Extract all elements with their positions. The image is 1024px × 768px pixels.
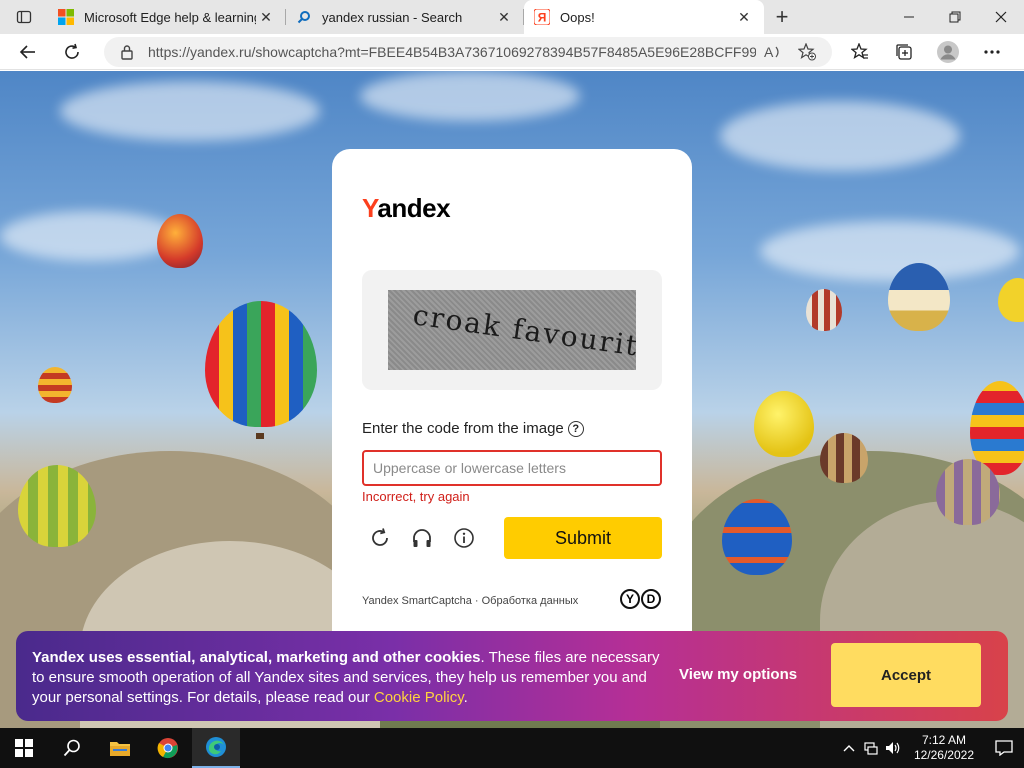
yandex-logo[interactable]: Yandex: [362, 193, 451, 224]
taskbar-clock[interactable]: 7:12 AM 12/26/2022: [904, 733, 984, 763]
svg-text:A: A: [764, 44, 774, 60]
tab-title: Microsoft Edge help & learning: [84, 9, 256, 25]
info-icon: [454, 528, 474, 548]
clock-time: 7:12 AM: [921, 733, 966, 747]
edge-icon: [206, 737, 226, 757]
view-options-button[interactable]: View my options: [679, 666, 797, 683]
captcha-distorted-text: croak favourite: [411, 298, 636, 365]
taskbar: 7:12 AM 12/26/2022: [0, 728, 1024, 768]
tab-title: Oops!: [560, 9, 595, 25]
collections-button[interactable]: [882, 34, 926, 70]
cookie-text: Yandex uses essential, analytical, marke…: [32, 648, 662, 708]
favorites-button[interactable]: [838, 34, 882, 70]
close-icon[interactable]: ✕: [494, 7, 514, 27]
error-message: Incorrect, try again: [362, 489, 470, 504]
close-icon[interactable]: ✕: [734, 7, 754, 27]
captcha-image-container: croak favourite: [362, 270, 662, 390]
file-explorer-button[interactable]: [96, 728, 144, 768]
tab-actions-button[interactable]: [0, 0, 48, 34]
edge-button[interactable]: [192, 728, 240, 768]
captcha-image: croak favourite: [388, 290, 636, 370]
svg-text:Я: Я: [538, 11, 547, 25]
restore-button[interactable]: [932, 0, 978, 34]
accept-button[interactable]: Accept: [831, 643, 981, 707]
logo-letter-y: Y: [362, 193, 378, 223]
submit-button[interactable]: Submit: [504, 517, 662, 559]
captcha-prompt: Enter the code from the image ?: [362, 420, 584, 437]
browser-toolbar: https://yandex.ru/showcaptcha?mt=FBEE4B5…: [0, 34, 1024, 70]
refresh-captcha-button[interactable]: [368, 526, 392, 550]
badge-letter: D: [641, 589, 661, 609]
cookie-banner: Yandex uses essential, analytical, marke…: [16, 631, 1008, 721]
settings-menu-button[interactable]: [970, 34, 1014, 70]
address-bar[interactable]: https://yandex.ru/showcaptcha?mt=FBEE4B5…: [104, 36, 832, 67]
cookie-bold-text: Yandex uses essential, analytical, marke…: [32, 649, 481, 666]
logo-rest: andex: [377, 193, 451, 223]
search-icon: [296, 9, 312, 25]
minimize-button[interactable]: [886, 0, 932, 34]
page-viewport: Yandex croak favourite Enter the code fr…: [0, 71, 1024, 728]
new-tab-button[interactable]: +: [764, 0, 800, 34]
chrome-icon: [157, 738, 178, 759]
favorites-icon: [851, 42, 868, 59]
url-text: https://yandex.ru/showcaptcha?mt=FBEE4B5…: [148, 43, 756, 60]
lock-icon[interactable]: [118, 43, 136, 61]
system-tray: 7:12 AM 12/26/2022: [838, 728, 1024, 768]
captcha-code-input[interactable]: [362, 450, 662, 486]
notification-icon: [995, 740, 1013, 756]
cookie-policy-link[interactable]: Cookie Policy: [374, 689, 464, 706]
captcha-footer[interactable]: Yandex SmartCaptcha · Обработка данных: [362, 595, 578, 607]
back-arrow-icon: [19, 44, 35, 59]
more-options-icon: [984, 49, 1000, 54]
refresh-icon: [372, 528, 388, 546]
start-button[interactable]: [0, 728, 48, 768]
tab-title: yandex russian - Search: [322, 9, 463, 25]
restore-icon: [949, 11, 961, 23]
close-window-button[interactable]: [978, 0, 1024, 34]
window-controls: [886, 0, 1024, 34]
microsoft-logo-icon: [58, 9, 74, 25]
yandex-favicon-icon: Я: [534, 9, 550, 25]
tab-actions-icon: [16, 10, 32, 24]
audio-captcha-button[interactable]: [410, 526, 434, 550]
badge-letter: Y: [620, 589, 640, 609]
avatar-icon: [937, 40, 959, 63]
help-icon[interactable]: ?: [567, 420, 584, 437]
prompt-text: Enter the code from the image: [362, 420, 564, 437]
headphones-icon: [413, 529, 431, 547]
read-aloud-icon[interactable]: A: [756, 44, 790, 60]
info-button[interactable]: [452, 526, 476, 550]
close-icon: [995, 11, 1007, 23]
tab-yandex-search[interactable]: yandex russian - Search ✕: [286, 0, 524, 34]
add-favorite-icon[interactable]: [790, 42, 824, 61]
tab-oops[interactable]: Я Oops! ✕: [524, 0, 764, 34]
chevron-up-icon[interactable]: [838, 744, 860, 752]
refresh-icon: [65, 43, 79, 59]
refresh-button[interactable]: [50, 34, 94, 70]
captcha-card: Yandex croak favourite Enter the code fr…: [332, 149, 692, 649]
back-button[interactable]: [6, 34, 50, 70]
collections-icon: [896, 43, 912, 60]
windows-logo-icon: [15, 739, 33, 757]
profile-button[interactable]: [926, 34, 970, 70]
close-icon[interactable]: ✕: [256, 7, 276, 27]
tab-strip: Microsoft Edge help & learning ✕ yandex …: [0, 0, 1024, 34]
network-icon[interactable]: [860, 741, 882, 755]
captcha-actions: [368, 526, 476, 550]
volume-icon[interactable]: [882, 741, 904, 755]
chrome-button[interactable]: [144, 728, 192, 768]
search-icon: [63, 739, 80, 757]
notification-center-button[interactable]: [984, 740, 1024, 756]
minimize-icon: [904, 16, 914, 18]
smartcaptcha-badge-icon: Y D: [620, 589, 661, 609]
clock-date: 12/26/2022: [913, 748, 974, 762]
tab-edge-help[interactable]: Microsoft Edge help & learning ✕: [48, 0, 286, 34]
folder-icon: [110, 742, 130, 756]
cookie-tail: .: [463, 689, 468, 706]
taskbar-search-button[interactable]: [48, 728, 96, 768]
